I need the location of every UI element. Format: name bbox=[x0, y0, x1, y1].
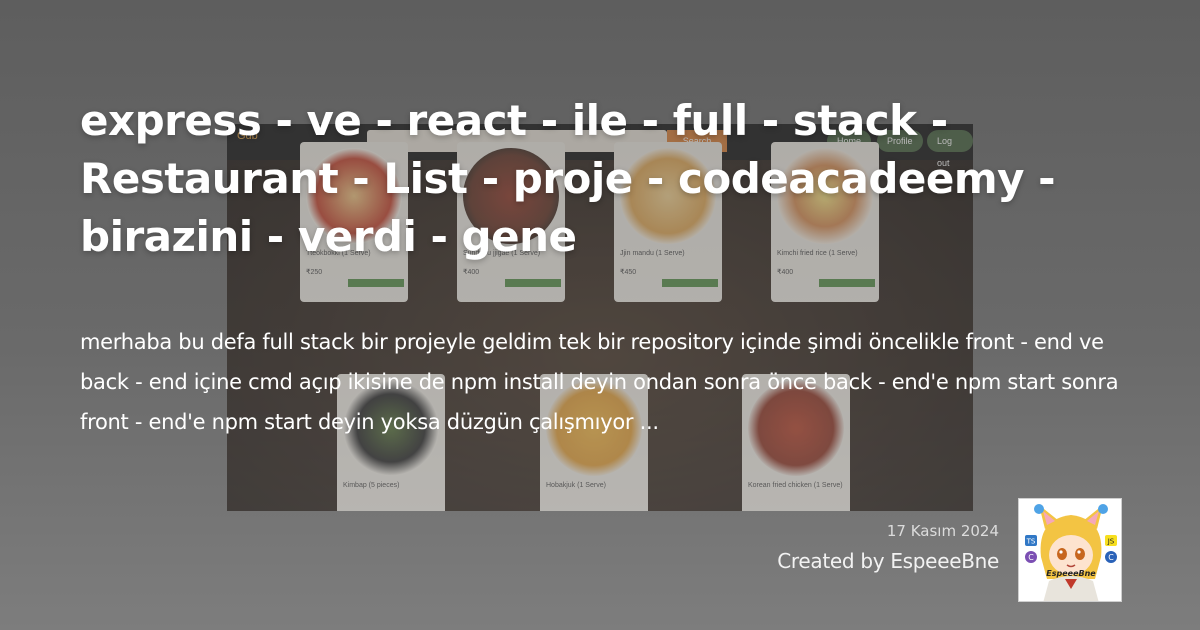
author-credit: Created by EspeeeBne bbox=[777, 549, 999, 573]
svg-text:C: C bbox=[1108, 553, 1114, 562]
post-description: merhaba bu defa full stack bir projeyle … bbox=[80, 330, 1119, 434]
svg-text:TS: TS bbox=[1026, 538, 1036, 546]
author-avatar: TS JS C C EspeeeBne bbox=[1018, 498, 1122, 602]
post-date: 17 Kasım 2024 bbox=[886, 522, 999, 540]
svg-text:EspeeeBne: EspeeeBne bbox=[1046, 569, 1096, 578]
svg-text:JS: JS bbox=[1107, 538, 1115, 546]
page-title: express - ve - react - ile - full - stac… bbox=[80, 96, 1056, 261]
svg-text:C: C bbox=[1028, 553, 1034, 562]
